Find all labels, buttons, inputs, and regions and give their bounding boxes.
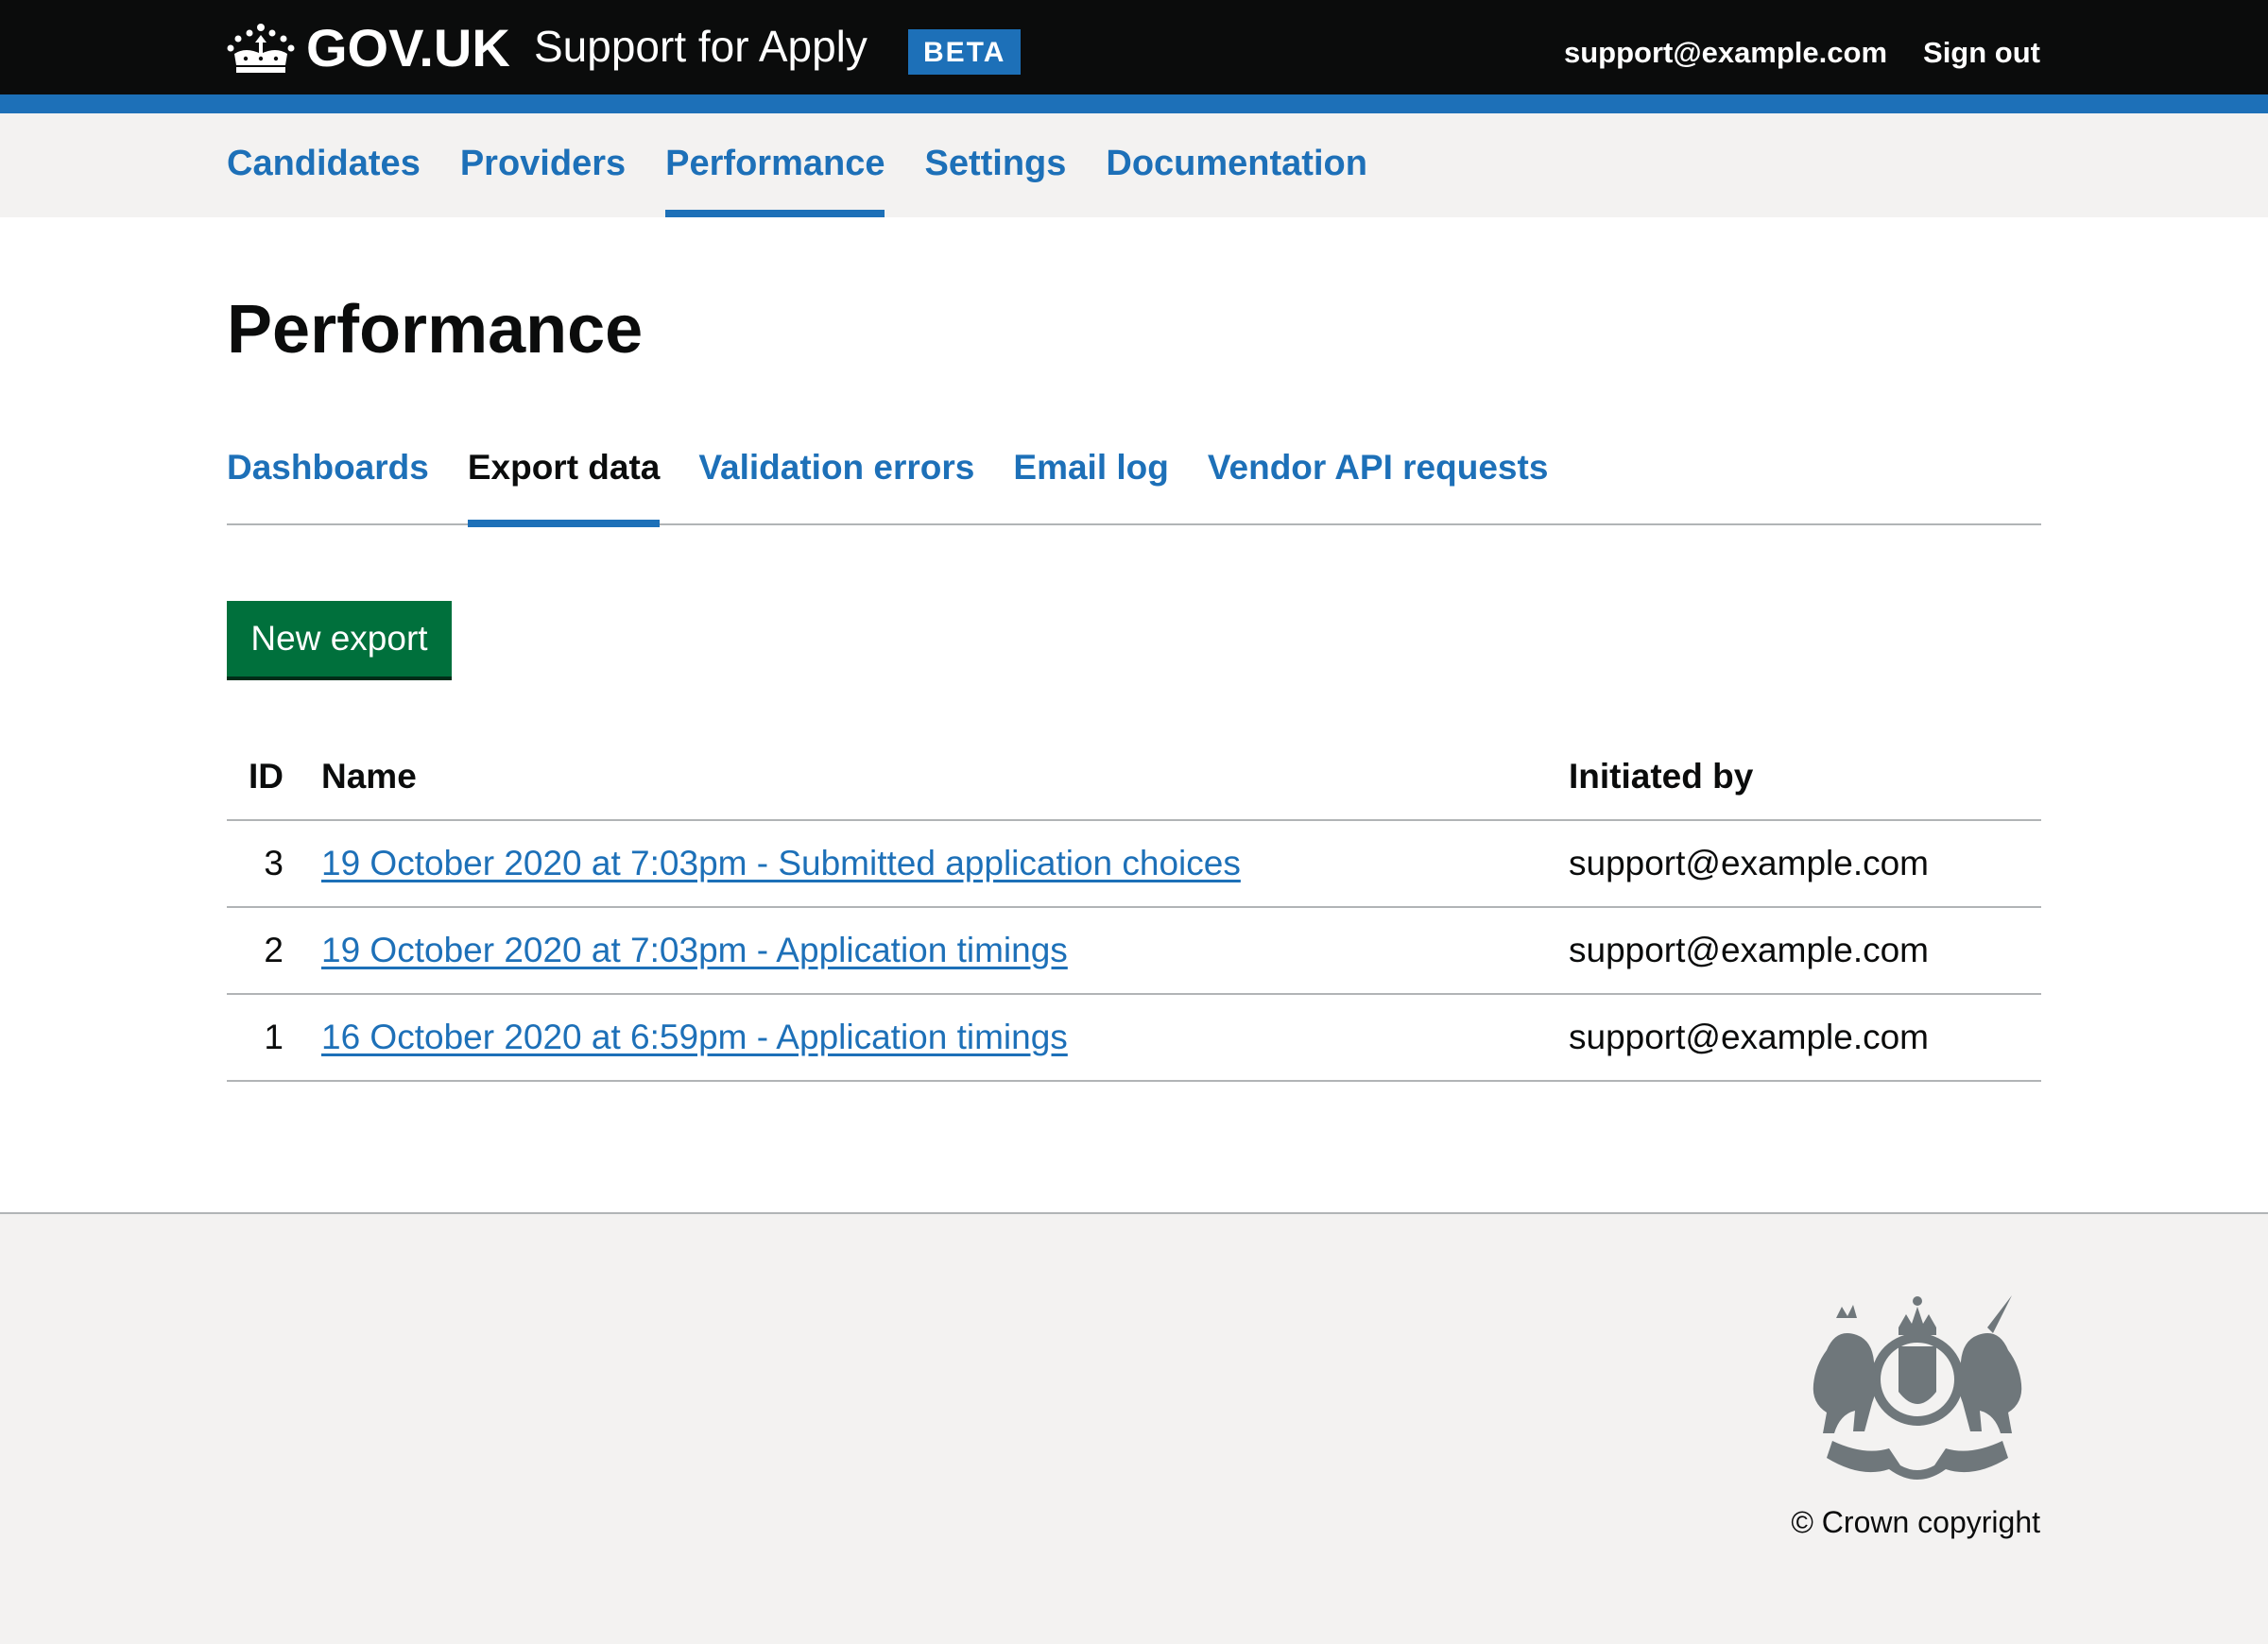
export-link[interactable]: 16 October 2020 at 6:59pm - Application … [321,1018,1068,1056]
cell-initiated-by: support@example.com [1569,994,2041,1082]
nav-item-documentation[interactable]: Documentation [1106,113,1367,217]
nav-item-providers[interactable]: Providers [460,113,626,217]
table-row: 3 19 October 2020 at 7:03pm - Submitted … [227,820,2041,908]
site-header: GOV.UK Support for Apply BETA support@ex… [0,0,2268,94]
cell-initiated-by: support@example.com [1569,820,2041,908]
nav-item-settings[interactable]: Settings [924,113,1066,217]
cell-id: 2 [227,907,321,995]
sub-nav: Dashboards Export data Validation errors… [227,444,2041,527]
phase-tag: BETA [908,29,1022,75]
tab-export-data[interactable]: Export data [467,444,660,527]
govuk-logotype: GOV.UK [306,18,510,77]
site-footer: © Crown copyright [0,1212,2268,1644]
header-stripe [0,94,2268,113]
tab-validation-errors[interactable]: Validation errors [698,444,974,525]
cell-name: 19 October 2020 at 7:03pm - Application … [321,907,1569,995]
column-header-id: ID [227,733,321,821]
table-row: 1 16 October 2020 at 6:59pm - Applicatio… [227,994,2041,1082]
cell-name: 16 October 2020 at 6:59pm - Application … [321,994,1569,1082]
royal-coat-of-arms-icon [1813,1295,2022,1480]
sign-out-link[interactable]: Sign out [1923,36,2040,70]
nav-item-performance[interactable]: Performance [665,113,885,217]
exports-table: ID Name Initiated by 3 19 October 2020 a… [227,733,2041,1082]
nav-item-candidates[interactable]: Candidates [227,113,421,217]
cell-id: 3 [227,820,321,908]
new-export-button[interactable]: New export [227,601,452,676]
service-name[interactable]: Support for Apply [534,21,868,72]
table-header-row: ID Name Initiated by [227,733,2041,821]
user-email-link[interactable]: support@example.com [1564,36,1887,70]
govuk-logo-link[interactable]: GOV.UK [227,17,510,78]
table-row: 2 19 October 2020 at 7:03pm - Applicatio… [227,907,2041,995]
column-header-initiated-by: Initiated by [1569,733,2041,821]
tab-dashboards[interactable]: Dashboards [227,444,429,525]
primary-nav: Candidates Providers Performance Setting… [0,113,2268,217]
tab-vendor-api-requests[interactable]: Vendor API requests [1208,444,1549,525]
account-links: support@example.com Sign out [1564,36,2040,70]
tab-email-log[interactable]: Email log [1013,444,1168,525]
cell-name: 19 October 2020 at 7:03pm - Submitted ap… [321,820,1569,908]
cell-id: 1 [227,994,321,1082]
page-title: Performance [227,292,644,368]
crown-copyright[interactable]: © Crown copyright [1791,1505,2040,1540]
cell-initiated-by: support@example.com [1569,907,2041,995]
export-link[interactable]: 19 October 2020 at 7:03pm - Application … [321,931,1068,969]
crown-icon [227,23,295,73]
column-header-name: Name [321,733,1569,821]
export-link[interactable]: 19 October 2020 at 7:03pm - Submitted ap… [321,844,1241,882]
